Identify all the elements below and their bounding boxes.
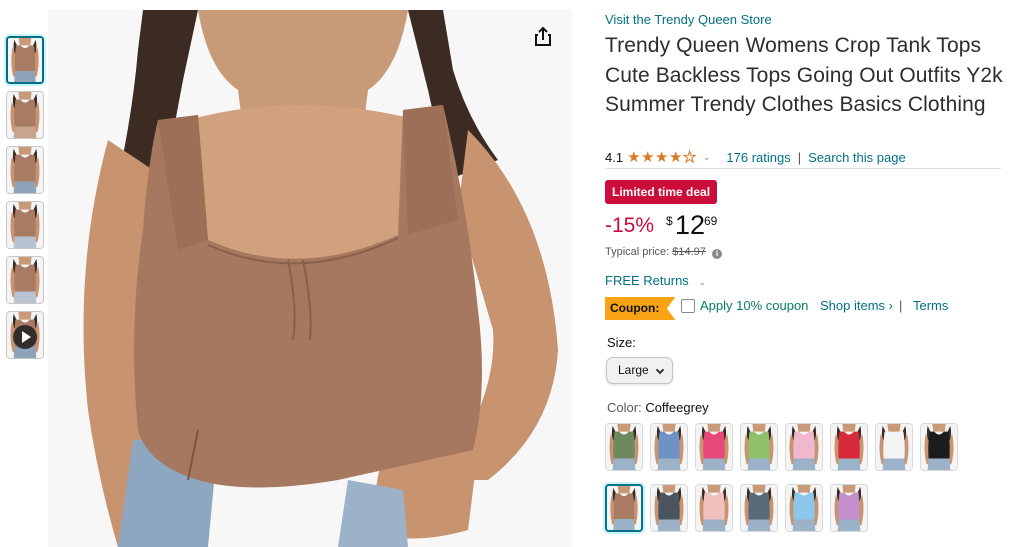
color-swatch[interactable] [605,423,643,471]
coupon-badge: Coupon: [605,297,676,320]
terms-link[interactable]: Terms [913,298,948,313]
free-returns-label: FREE Returns [605,273,689,288]
size-label: Size: [607,335,636,350]
color-swatch[interactable] [830,423,868,471]
color-swatch[interactable] [785,423,823,471]
image-thumbnail[interactable] [6,256,44,304]
main-product-image[interactable] [48,10,572,547]
image-thumbnail[interactable] [6,146,44,194]
color-label-row: Color: Coffeegrey [607,400,709,415]
star-full-icon: ★ [627,149,642,166]
free-returns-link[interactable]: FREE Returns ⌄ [605,273,722,288]
color-swatch[interactable] [605,484,643,532]
typical-price-row: Typical price: $14.97 i [605,246,722,259]
price-fraction: 69 [704,214,718,228]
image-thumbnail[interactable] [6,36,44,84]
star-full-icon: ★ [654,149,669,166]
color-swatch[interactable] [650,484,688,532]
star-full-icon: ★ [641,149,655,166]
discount-percent: -15% [605,214,655,237]
ratings-count-link[interactable]: 176 ratings [726,150,790,165]
divider [605,168,1001,169]
star-empty-icon: ★ [682,149,697,167]
apply-coupon-label[interactable]: Apply 10% coupon [700,298,808,313]
share-icon[interactable] [530,24,556,50]
size-selected-value: Large [618,363,649,377]
price-currency: $ [666,214,673,228]
image-thumbnail[interactable] [6,91,44,139]
color-swatch[interactable] [920,423,958,471]
separator: | [899,298,903,313]
color-selected-value: Coffeegrey [645,400,709,415]
color-swatch[interactable] [785,484,823,532]
store-link[interactable]: Visit the Trendy Queen Store [605,12,772,27]
search-page-link[interactable]: Search this page [808,150,906,165]
chevron-down-icon[interactable]: ⌄ [703,152,711,163]
color-label: Color: [607,400,642,415]
info-icon[interactable]: i [711,249,722,259]
color-swatch[interactable] [740,423,778,471]
coupon-checkbox[interactable] [681,299,695,313]
coupon-row: Coupon: Apply 10% coupon Shop items › | … [605,296,1005,320]
chevron-down-icon: ⌄ [698,277,706,287]
color-swatch[interactable] [650,423,688,471]
color-swatch[interactable] [875,423,913,471]
price-whole: 12 [675,210,706,240]
ratings-row: 4.1 ★★★★★ ⌄ 176 ratings | Search this pa… [605,148,906,167]
color-swatch[interactable] [695,484,733,532]
rating-value: 4.1 [605,149,624,165]
color-swatch[interactable] [830,484,868,532]
typical-price-value: $14.97 [672,246,706,258]
star-full-icon: ★ [668,149,683,166]
limited-deal-badge: Limited time deal [605,180,718,204]
image-thumbnail[interactable] [6,201,44,249]
star-rating-icon[interactable]: ★★★★★ [627,148,697,167]
play-icon [13,325,37,349]
typical-price-label: Typical price: [605,246,670,258]
product-photo [48,10,572,547]
shop-items-link[interactable]: Shop items › [820,298,893,313]
color-swatch[interactable] [740,484,778,532]
size-dropdown[interactable]: Large [606,357,673,384]
video-thumbnail[interactable] [6,311,44,359]
product-title: Trendy Queen Womens Crop Tank Tops Cute … [605,34,1003,116]
separator: | [797,149,802,165]
chevron-down-icon [655,365,665,375]
color-swatch[interactable] [695,423,733,471]
